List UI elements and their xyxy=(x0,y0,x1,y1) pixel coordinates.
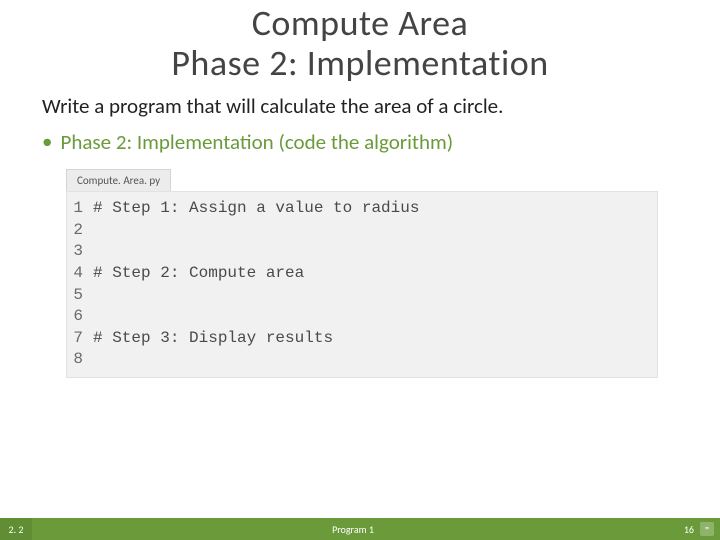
code-file: Compute. Area. py 1# Step 1: Assign a va… xyxy=(66,169,658,378)
code-box: 1# Step 1: Assign a value to radius 2 3 … xyxy=(66,191,658,378)
lead-text: Write a program that will calculate the … xyxy=(42,93,678,119)
footer-program-label: Program 1 xyxy=(32,523,674,536)
code-line: 1# Step 1: Assign a value to radius xyxy=(67,198,657,220)
code-line: 4# Step 2: Compute area xyxy=(67,263,657,285)
code-text: # Step 3: Display results xyxy=(93,328,333,350)
line-number: 7 xyxy=(67,328,93,350)
slide-body: Write a program that will calculate the … xyxy=(0,83,720,378)
footer-right: 16 = xyxy=(674,522,720,536)
line-number: 2 xyxy=(67,220,93,242)
line-number: 3 xyxy=(67,241,93,263)
footer-bar: 2. 2 Program 1 16 = xyxy=(0,518,720,540)
line-number: 4 xyxy=(67,263,93,285)
title-line-2: Phase 2: Implementation xyxy=(0,44,720,84)
line-number: 1 xyxy=(67,198,93,220)
code-line: 7# Step 3: Display results xyxy=(67,328,657,350)
line-number: 8 xyxy=(67,349,93,371)
code-line: 3 xyxy=(67,241,657,263)
footer-section-number: 2. 2 xyxy=(0,518,32,540)
slide: Compute Area Phase 2: Implementation Wri… xyxy=(0,0,720,540)
bullet-icon: • xyxy=(42,129,52,154)
bullet-text: Phase 2: Implementation (code the algori… xyxy=(60,129,453,155)
code-text: # Step 2: Compute area xyxy=(93,263,304,285)
code-line: 5 xyxy=(67,285,657,307)
code-line: 6 xyxy=(67,306,657,328)
code-text: # Step 1: Assign a value to radius xyxy=(93,198,419,220)
cc-badge-icon: = xyxy=(700,522,714,536)
file-tab: Compute. Area. py xyxy=(66,169,171,191)
title-line-1: Compute Area xyxy=(0,4,720,44)
line-number: 6 xyxy=(67,306,93,328)
code-line: 8 xyxy=(67,349,657,371)
bullet-item: • Phase 2: Implementation (code the algo… xyxy=(42,129,678,155)
slide-title: Compute Area Phase 2: Implementation xyxy=(0,4,720,83)
code-line: 2 xyxy=(67,220,657,242)
footer-page-number: 16 xyxy=(684,523,694,536)
line-number: 5 xyxy=(67,285,93,307)
